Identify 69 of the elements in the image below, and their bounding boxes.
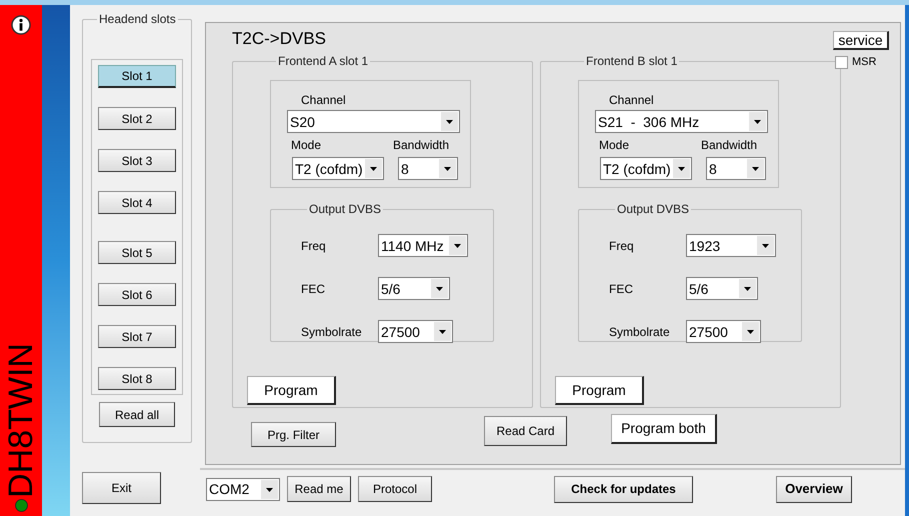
dropdown-field[interactable]: 8 — [398, 157, 458, 180]
field-label: Freq — [609, 238, 635, 254]
dropdown-field[interactable]: 27500 — [686, 320, 761, 343]
field-label: FEC — [301, 280, 326, 298]
read-card-button[interactable]: Read Card — [484, 416, 567, 446]
bar-button[interactable]: Read me — [287, 476, 351, 502]
program-button[interactable]: Program — [247, 376, 336, 405]
group-title: Frontend A slot 1 — [277, 53, 370, 70]
channel-label: Channel — [609, 92, 655, 107]
status-dot-icon — [14, 499, 28, 512]
msr-checkbox[interactable] — [835, 56, 848, 69]
caret-icon — [261, 480, 278, 498]
slot-button[interactable]: Slot 5 — [98, 241, 176, 264]
caret-icon — [749, 112, 766, 131]
channel-label: Channel — [301, 92, 347, 107]
caret-icon — [449, 236, 466, 255]
group-title: Headend slots — [98, 11, 177, 28]
caret-icon — [739, 279, 756, 298]
service-button[interactable]: service — [833, 31, 889, 50]
field-label: FEC — [609, 280, 634, 298]
program-both-button[interactable]: Program both — [611, 414, 717, 444]
info-icon[interactable] — [11, 15, 31, 35]
dropdown-field[interactable]: T2 (cofdm) — [292, 157, 384, 180]
bandwidth-label: Bandwidth — [393, 137, 450, 154]
slot-button[interactable]: Slot 4 — [98, 191, 176, 214]
field-label: Freq — [301, 238, 327, 254]
caret-icon — [747, 159, 764, 178]
panel-title: T2C->DVBS — [232, 30, 327, 50]
msr-label: MSR — [852, 55, 876, 70]
caret-icon — [441, 112, 458, 131]
bandwidth-label: Bandwidth — [701, 137, 758, 154]
mode-label: Mode — [599, 137, 630, 154]
dropdown-field[interactable]: 1140 MHz — [378, 234, 468, 257]
slot-button[interactable]: Slot 3 — [98, 149, 176, 172]
port-dropdown[interactable]: COM2 — [206, 478, 280, 500]
group-title: Frontend B slot 1 — [585, 53, 678, 70]
read-all-button[interactable]: Read all — [99, 402, 175, 427]
overview-button[interactable]: Overview — [776, 476, 852, 502]
mode-label: Mode — [291, 137, 322, 154]
caret-icon — [431, 279, 448, 298]
field-label: Symbolrate — [301, 324, 363, 340]
slot-button[interactable]: Slot 1 — [98, 65, 176, 88]
caret-icon — [439, 159, 456, 178]
caret-icon — [757, 236, 774, 255]
caret-icon — [742, 322, 759, 341]
updates-button[interactable]: Check for updates — [554, 476, 693, 502]
field-label: Symbolrate — [609, 324, 671, 340]
program-button[interactable]: Program — [555, 376, 644, 405]
group-title: Output DVBS — [308, 201, 382, 218]
caret-icon — [365, 159, 382, 178]
dropdown-field[interactable]: 27500 — [378, 320, 453, 343]
caret-icon — [673, 159, 690, 178]
dropdown-field[interactable]: 5/6 — [686, 277, 758, 300]
dropdown-field[interactable]: 8 — [706, 157, 766, 180]
filter-button[interactable]: Prg. Filter — [251, 422, 336, 447]
slot-button[interactable]: Slot 7 — [98, 325, 176, 348]
slot-button[interactable]: Slot 6 — [98, 283, 176, 306]
dropdown-field[interactable]: T2 (cofdm) — [600, 157, 692, 180]
caret-icon — [434, 322, 451, 341]
dropdown-field[interactable]: S21 - 306 MHz — [595, 110, 768, 133]
brand-name: DH8TWIN — [4, 343, 38, 498]
exit-button[interactable]: Exit — [82, 472, 161, 504]
slot-button[interactable]: Slot 2 — [98, 107, 176, 130]
slot-button[interactable]: Slot 8 — [98, 367, 176, 390]
dropdown-field[interactable]: 5/6 — [378, 277, 450, 300]
group-title: Output DVBS — [616, 201, 690, 218]
bar-button[interactable]: Protocol — [358, 476, 432, 502]
dropdown-field[interactable]: S20 — [287, 110, 460, 133]
dropdown-field[interactable]: 1923 — [686, 234, 776, 257]
